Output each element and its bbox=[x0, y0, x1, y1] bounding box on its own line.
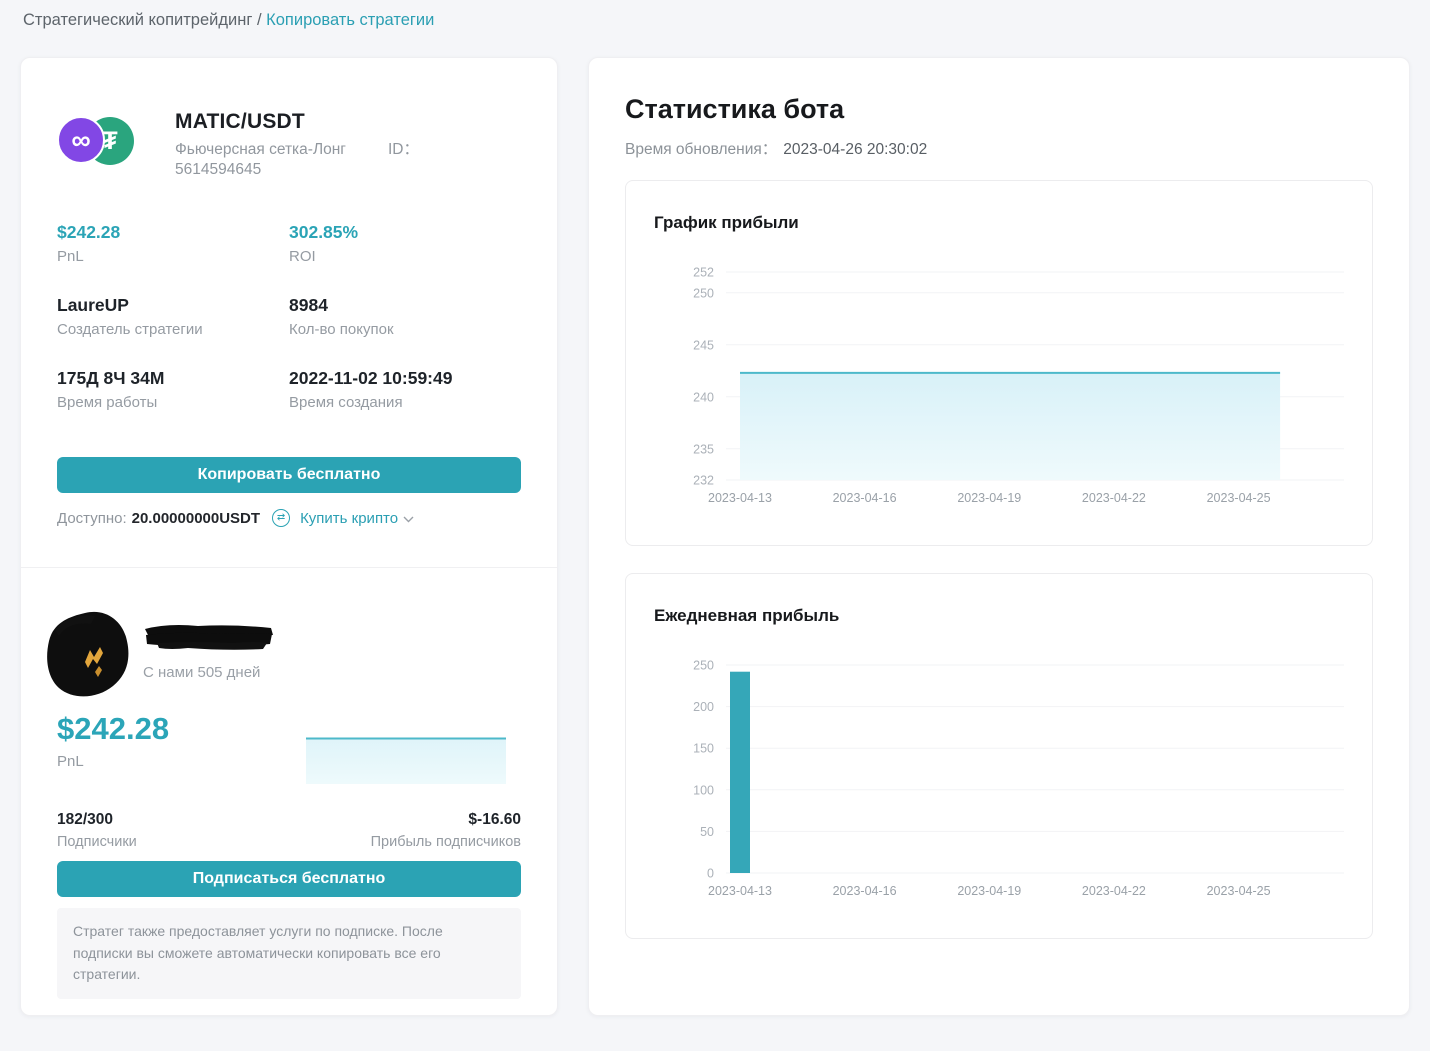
daily-profit-chart: 0 50 100 150 200 250 2023-04-13 2023-04-16 2023-… bbox=[654, 654, 1344, 904]
username-scribble bbox=[143, 622, 275, 657]
svg-text:2023-04-16: 2023-04-16 bbox=[833, 491, 897, 505]
daily-profit-chart-title: Ежедневная прибыль bbox=[654, 606, 840, 625]
breadcrumb: Стратегический копитрейдинг / Копировать… bbox=[23, 11, 434, 30]
panel-title: Статистика бота bbox=[625, 94, 845, 124]
svg-text:252: 252 bbox=[693, 266, 714, 280]
updated-value: 2023-04-26 20:30:02 bbox=[783, 141, 928, 158]
strategist-pnl-label: PnL bbox=[57, 753, 84, 770]
strategist-section: С нами 505 дней $242.28 PnL 182/300 Подп… bbox=[21, 568, 557, 1000]
strategy-type: Фьючерсная сетка-Лонг bbox=[175, 141, 346, 158]
tenure-label: С нами 505 дней bbox=[143, 664, 261, 681]
buy-crypto-link[interactable]: Купить крипто bbox=[300, 510, 398, 527]
svg-text:200: 200 bbox=[693, 700, 714, 714]
svg-text:245: 245 bbox=[693, 338, 714, 352]
strategy-type-row: Фьючерсная сетка-Лонг ID： bbox=[175, 140, 419, 160]
strategist-pnl: $242.28 PnL bbox=[57, 711, 169, 790]
breadcrumb-link-copy-strategies[interactable]: Копировать стратегии bbox=[266, 11, 434, 29]
copy-free-button[interactable]: Копировать бесплатно bbox=[57, 457, 521, 493]
svg-text:50: 50 bbox=[700, 825, 714, 839]
strategy-id-value: 5614594645 bbox=[175, 161, 262, 178]
stat-pnl: $242.28 PnL bbox=[57, 222, 121, 265]
subscriber-profit-stat: $-16.60 Прибыль подписчиков bbox=[370, 811, 521, 850]
chevron-down-icon[interactable] bbox=[403, 510, 414, 527]
subscription-note: Стратег также предоставляет услуги по по… bbox=[57, 908, 521, 1000]
stat-creator: LaureUP Создатель стратегии bbox=[57, 295, 203, 338]
subscribers-stat: 182/300 Подписчики bbox=[57, 811, 137, 850]
coin-pair-icons: ₮ ∞ bbox=[57, 116, 135, 166]
svg-text:2023-04-19: 2023-04-19 bbox=[957, 884, 1021, 898]
svg-text:232: 232 bbox=[693, 474, 714, 488]
strategist-pnl-value: $242.28 bbox=[57, 711, 170, 746]
available-label: Доступно: bbox=[57, 509, 127, 527]
breadcrumb-section: Стратегический копитрейдинг bbox=[23, 11, 253, 29]
avatar bbox=[45, 610, 131, 705]
daily-profit-chart-card: Ежедневная прибыль 0 50 100 150 200 250 2023-0… bbox=[625, 573, 1373, 939]
svg-text:2023-04-22: 2023-04-22 bbox=[1082, 884, 1146, 898]
svg-text:100: 100 bbox=[693, 783, 714, 797]
profit-chart-card: График прибыли 232 235 240 245 250 252 2023-04… bbox=[625, 180, 1373, 546]
strategy-stats-grid: $242.28 PnL 302.85% ROI LaureUP Создател… bbox=[57, 222, 521, 411]
available-value: 20.00000000USDT bbox=[131, 509, 261, 527]
svg-text:250: 250 bbox=[693, 659, 714, 673]
updated-row: Время обновления： 2023-04-26 20:30:02 bbox=[625, 137, 1373, 159]
stat-roi: 302.85% ROI bbox=[289, 222, 359, 265]
strategy-card: ₮ ∞ MATIC/USDT Фьючерсная сетка-Лонг ID： … bbox=[20, 57, 558, 1016]
exchange-icon[interactable]: ⇄ bbox=[272, 509, 291, 527]
subscribe-free-button[interactable]: Подписаться бесплатно bbox=[57, 861, 521, 897]
svg-text:235: 235 bbox=[693, 442, 714, 456]
svg-text:2023-04-25: 2023-04-25 bbox=[1207, 491, 1271, 505]
svg-text:2023-04-13: 2023-04-13 bbox=[708, 884, 772, 898]
pnl-sparkline bbox=[305, 735, 507, 790]
svg-text:2023-04-16: 2023-04-16 bbox=[833, 884, 897, 898]
svg-text:240: 240 bbox=[693, 390, 714, 404]
strategy-id-label: ID： bbox=[387, 141, 419, 158]
stat-runtime: 175Д 8Ч 34М Время работы bbox=[57, 368, 165, 411]
available-row: Доступно: 20.00000000USDT ⇄ Купить крипт… bbox=[57, 509, 521, 527]
bot-statistics-panel: Статистика бота Время обновления： 2023-04… bbox=[588, 57, 1410, 1016]
svg-text:250: 250 bbox=[693, 286, 714, 300]
stat-purchases: 8984 Кол-во покупок bbox=[289, 295, 394, 338]
profit-chart-title: График прибыли bbox=[654, 213, 799, 232]
profit-chart: 232 235 240 245 250 252 2023-04-13 2023-04-16 20… bbox=[654, 261, 1344, 511]
updated-label: Время обновления： bbox=[625, 141, 778, 158]
svg-text:150: 150 bbox=[693, 742, 714, 756]
polygon-matic-icon: ∞ bbox=[57, 116, 105, 164]
stat-created: 2022-11-02 10:59:49 Время создания bbox=[289, 368, 453, 411]
strategy-section: ₮ ∞ MATIC/USDT Фьючерсная сетка-Лонг ID： … bbox=[21, 58, 557, 567]
svg-text:2023-04-25: 2023-04-25 bbox=[1207, 884, 1271, 898]
svg-text:2023-04-19: 2023-04-19 bbox=[957, 491, 1021, 505]
svg-text:0: 0 bbox=[707, 867, 714, 881]
svg-text:2023-04-13: 2023-04-13 bbox=[708, 491, 772, 505]
pair-title: MATIC/USDT bbox=[175, 110, 305, 133]
breadcrumb-separator: / bbox=[256, 11, 262, 29]
svg-text:2023-04-22: 2023-04-22 bbox=[1082, 491, 1146, 505]
